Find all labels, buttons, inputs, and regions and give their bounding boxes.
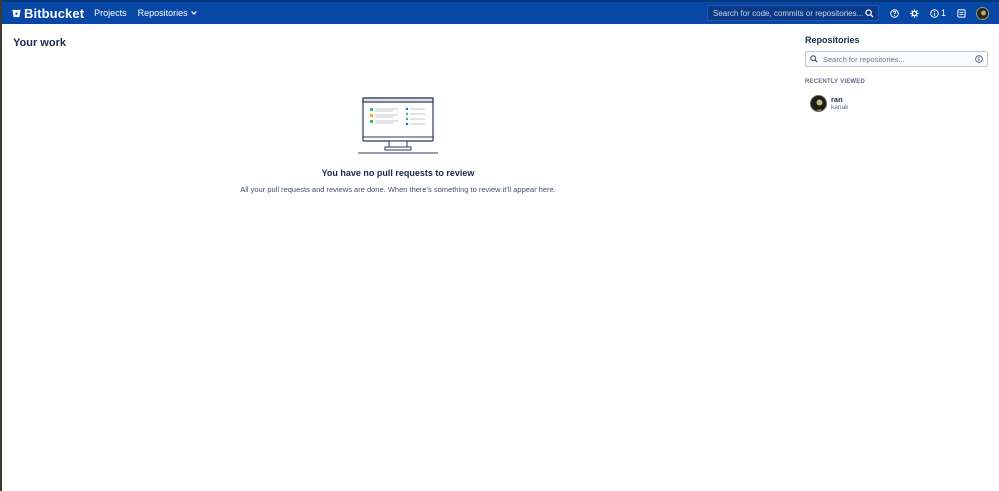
repository-search-input[interactable] (823, 54, 975, 64)
page-title: Your work (13, 37, 66, 49)
notifications-button[interactable]: 1 (930, 8, 946, 18)
monitor-illustration (358, 97, 438, 154)
help-button[interactable] (890, 8, 899, 18)
global-search-input[interactable] (712, 8, 865, 18)
inbox-button[interactable] (957, 8, 966, 18)
empty-state: You have no pull requests to review All … (198, 96, 598, 194)
app-frame: Bitbucket Projects Repositories Search f… (2, 0, 999, 491)
nav-projects-link[interactable]: Projects (94, 8, 127, 18)
repository-project: kanak (831, 103, 849, 111)
repository-search-box[interactable] (805, 51, 988, 67)
search-icon (810, 55, 818, 63)
bitbucket-logo[interactable]: Bitbucket (12, 2, 84, 24)
repository-text: ran kanak (831, 95, 849, 112)
help-icon (890, 8, 899, 18)
empty-state-title: You have no pull requests to review (321, 168, 475, 178)
info-icon (930, 8, 939, 18)
info-icon[interactable] (975, 55, 983, 63)
app-name: Bitbucket (24, 5, 85, 21)
user-avatar-image (977, 7, 988, 19)
notification-count: 1 (940, 8, 946, 18)
empty-state-description: All your pull requests and reviews are d… (240, 185, 556, 194)
repository-name[interactable]: ran (831, 95, 848, 104)
global-search-box[interactable] (706, 5, 879, 21)
user-avatar[interactable] (976, 6, 989, 20)
nav-repositories-label: Repositories (137, 8, 188, 18)
search-icon[interactable] (865, 8, 874, 18)
settings-button[interactable] (910, 8, 919, 18)
repository-avatar (810, 95, 827, 112)
recent-repository-item[interactable]: ran kanak (810, 95, 848, 112)
sidebar-title: Repositories (805, 35, 860, 45)
inbox-icon (957, 8, 966, 18)
bitbucket-icon (12, 9, 21, 17)
top-navigation-bar: Bitbucket Projects Repositories Search f… (2, 0, 999, 24)
chevron-down-icon (190, 11, 197, 15)
repository-avatar-image (811, 96, 826, 111)
nav-repositories-menu[interactable]: Repositories (138, 8, 197, 18)
recently-viewed-heading: RECENTLY VIEWED (805, 79, 866, 85)
gear-icon (910, 8, 919, 18)
